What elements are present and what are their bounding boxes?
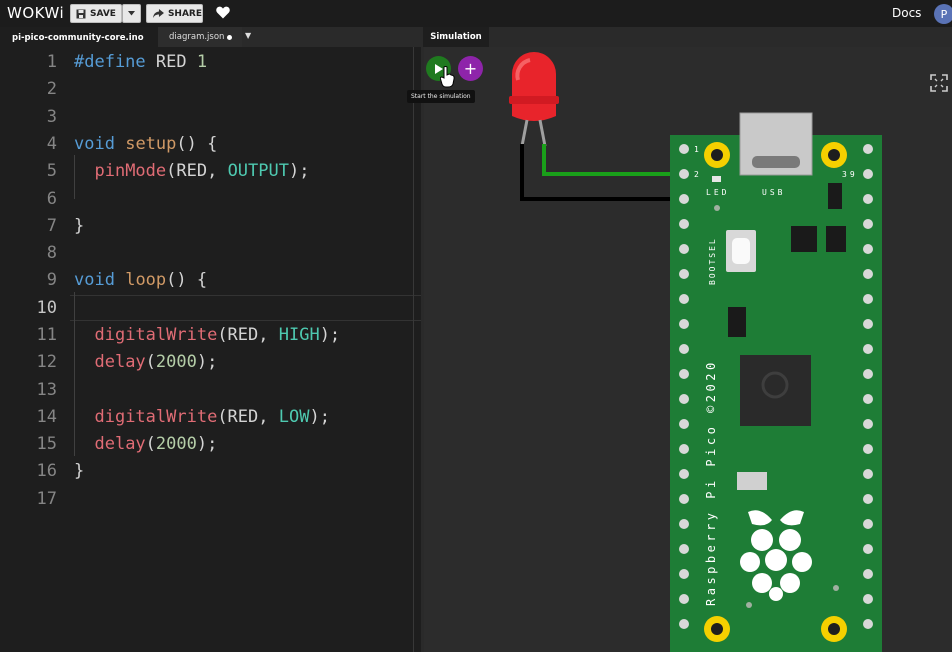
led-label: LED xyxy=(706,188,730,197)
line-number: 9 xyxy=(46,270,57,290)
editor-tab-bar: pi-pico-community-core.ino diagram.json … xyxy=(0,27,421,47)
code-line[interactable]: } xyxy=(74,215,84,237)
code-line[interactable]: delay(2000); xyxy=(74,433,217,455)
wokwi-logo[interactable]: WOKWi xyxy=(7,4,64,22)
code-line[interactable]: digitalWrite(RED, LOW); xyxy=(74,406,329,428)
current-line-highlight xyxy=(70,295,421,321)
start-simulation-tooltip: Start the simulation xyxy=(407,90,475,103)
line-number: 1 xyxy=(46,52,57,72)
simulation-canvas[interactable] xyxy=(424,47,952,652)
line-number: 12 xyxy=(36,352,57,372)
line-number: 5 xyxy=(46,161,57,181)
line-number: 15 xyxy=(36,434,57,454)
docs-link[interactable]: Docs xyxy=(892,6,921,20)
line-number: 8 xyxy=(46,243,57,263)
line-number: 2 xyxy=(46,79,57,99)
code-line[interactable]: } xyxy=(74,460,84,482)
code-line[interactable]: void loop() { xyxy=(74,269,207,291)
hand-cursor-icon xyxy=(440,66,455,88)
share-button[interactable]: SHARE xyxy=(146,4,203,23)
top-bar: WOKWi SAVE SHARE Docs P xyxy=(0,0,952,27)
pin-label-2: 2 xyxy=(694,170,699,179)
pin-label-1: 1 xyxy=(694,145,699,154)
share-arrow-icon xyxy=(153,9,164,18)
line-number: 6 xyxy=(46,189,57,209)
line-number: 7 xyxy=(46,216,57,236)
unsaved-dot-icon xyxy=(227,35,232,40)
code-line[interactable]: delay(2000); xyxy=(74,351,217,373)
usb-label: USB xyxy=(762,188,786,197)
share-label: SHARE xyxy=(167,8,202,19)
line-number: 3 xyxy=(46,107,57,127)
code-line[interactable]: void setup() { xyxy=(74,133,217,155)
line-number-active: 10 xyxy=(36,298,57,318)
save-button[interactable]: SAVE xyxy=(70,4,122,23)
code-editor[interactable]: 1 2 3 4 5 6 7 8 9 10 11 12 13 14 15 16 1… xyxy=(0,47,421,652)
tab-menu-caret-icon[interactable]: ▼ xyxy=(245,31,251,40)
fullscreen-icon[interactable] xyxy=(930,74,948,92)
floppy-icon xyxy=(76,9,86,18)
pin-label-39: 39 xyxy=(842,170,858,179)
code-line[interactable]: #define RED 1 xyxy=(74,51,207,73)
heart-icon[interactable] xyxy=(216,6,230,19)
bootsel-label: BOOTSEL xyxy=(708,237,717,285)
code-line[interactable]: digitalWrite(RED, HIGH); xyxy=(74,324,340,346)
caret-down-icon xyxy=(128,11,135,16)
tab-ino-file[interactable]: pi-pico-community-core.ino xyxy=(0,27,158,47)
simulation-tab-bar: Simulation xyxy=(421,27,952,47)
avatar[interactable]: P xyxy=(934,4,952,24)
line-number: 11 xyxy=(36,325,57,345)
save-label: SAVE xyxy=(90,8,116,19)
line-number: 13 xyxy=(36,380,57,400)
board-brand-label: Raspberry Pi Pico ©2020 xyxy=(704,359,718,606)
line-number: 14 xyxy=(36,407,57,427)
indent-guide xyxy=(74,292,75,456)
save-dropdown-button[interactable] xyxy=(122,4,141,23)
line-number: 16 xyxy=(36,461,57,481)
line-number: 4 xyxy=(46,134,57,154)
tab-simulation[interactable]: Simulation xyxy=(423,27,489,47)
code-line[interactable]: pinMode(RED, OUTPUT); xyxy=(74,160,309,182)
line-number: 17 xyxy=(36,489,57,509)
editor-scrollbar[interactable] xyxy=(413,47,414,652)
add-part-button[interactable]: + xyxy=(458,56,483,81)
